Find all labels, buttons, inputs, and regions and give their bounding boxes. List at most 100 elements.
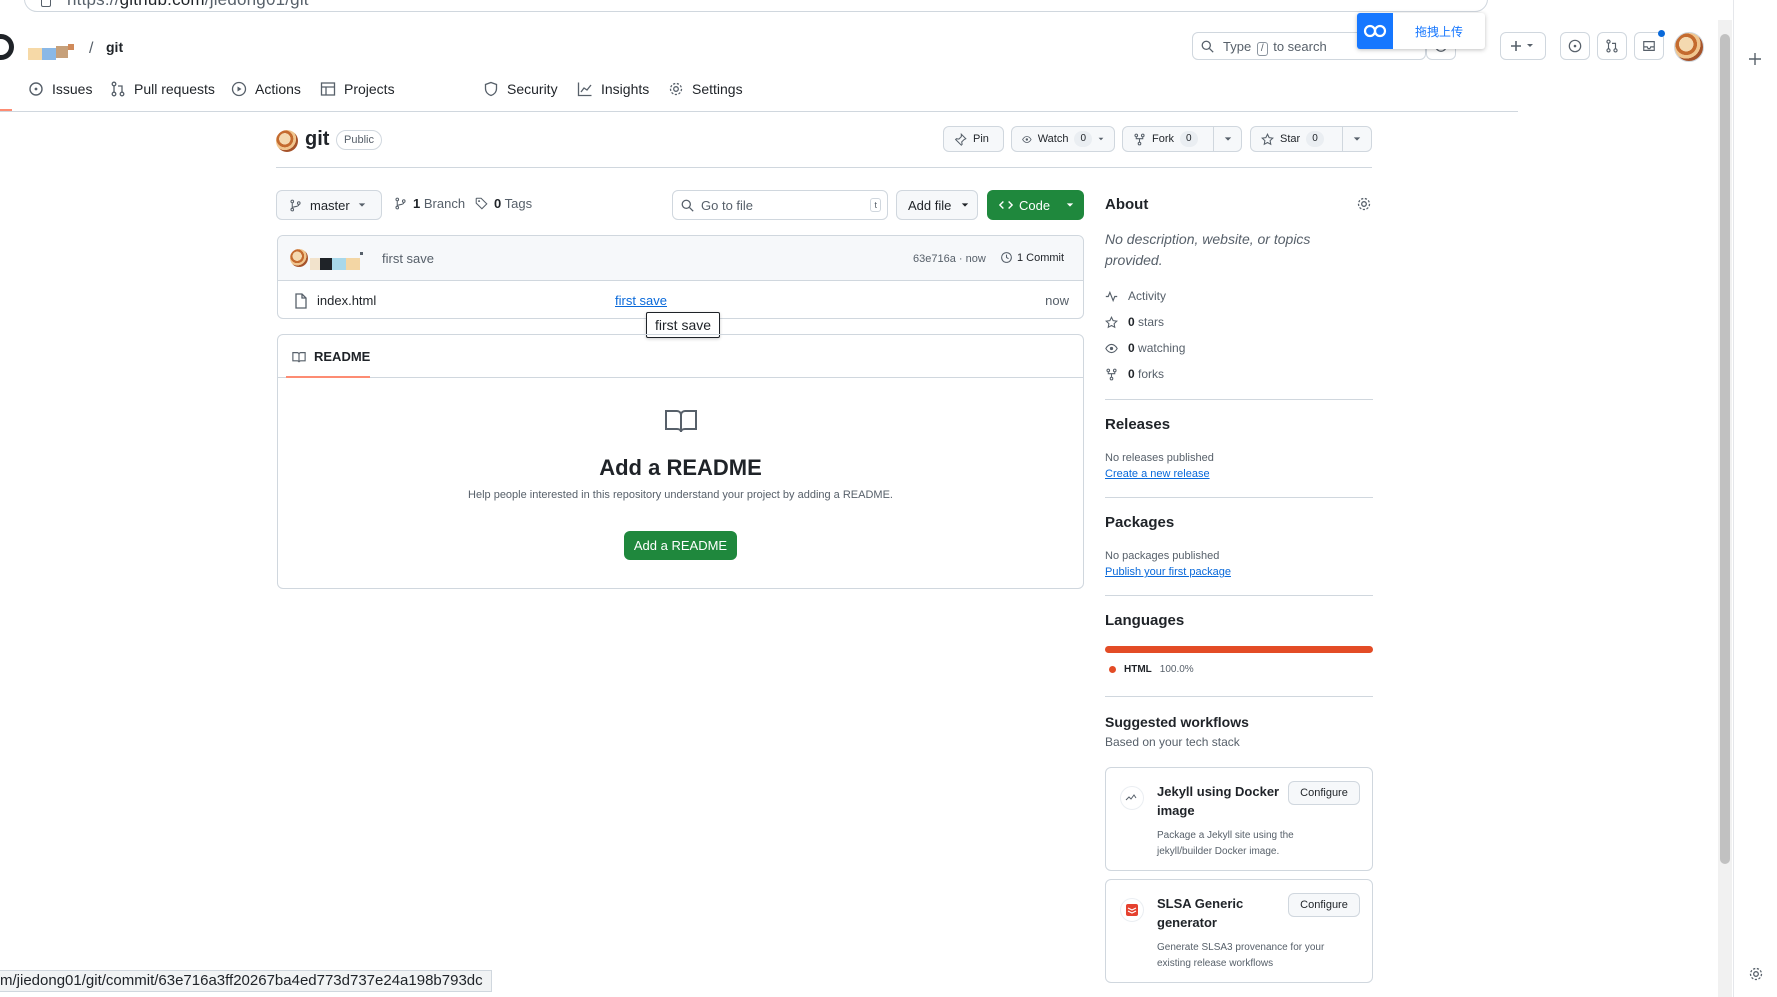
tab-code-active-indicator xyxy=(0,109,12,111)
chevron-down-icon xyxy=(1353,137,1361,141)
watching-link[interactable]: 0 watching xyxy=(1105,341,1185,355)
slsa-icon xyxy=(1120,898,1144,922)
play-icon xyxy=(231,81,247,97)
plus-icon[interactable] xyxy=(1748,52,1762,66)
commit-sha[interactable]: 63e716a · now xyxy=(913,253,986,265)
forks-link[interactable]: 0 forks xyxy=(1105,367,1164,381)
star-icon xyxy=(1105,315,1118,328)
jekyll-icon xyxy=(1120,786,1144,810)
file-icon xyxy=(295,293,307,309)
readme-tab[interactable]: README xyxy=(292,349,370,364)
table-icon xyxy=(320,82,336,96)
add-file-button[interactable]: Add file xyxy=(896,190,978,220)
tab-projects[interactable]: Projects xyxy=(320,79,395,99)
sidebar-divider xyxy=(1105,399,1373,400)
fork-button[interactable]: Fork 0 xyxy=(1122,126,1214,152)
file-name-link[interactable]: index.html xyxy=(317,293,376,308)
publish-package-link[interactable]: Publish your first package xyxy=(1105,566,1231,578)
pin-button[interactable]: Pin xyxy=(943,126,1004,152)
create-new-button[interactable] xyxy=(1500,32,1546,60)
committer-avatar[interactable] xyxy=(290,249,308,267)
workflow-title: Jekyll using Docker image xyxy=(1157,784,1280,818)
readme-empty-title: Add a README xyxy=(599,455,762,480)
gear-icon[interactable] xyxy=(1748,966,1764,982)
tab-pull-requests[interactable]: Pull requests xyxy=(110,79,215,99)
code-button[interactable]: Code xyxy=(987,190,1084,220)
branch-selector[interactable]: master xyxy=(276,190,382,220)
issues-button[interactable] xyxy=(1560,32,1590,60)
star-dropdown-button[interactable] xyxy=(1342,126,1372,152)
sidebar-divider xyxy=(1105,696,1373,697)
releases-heading[interactable]: Releases xyxy=(1105,416,1170,433)
tab-settings[interactable]: Settings xyxy=(668,79,743,99)
about-description: No description, website, or topics provi… xyxy=(1105,231,1311,268)
tab-actions[interactable]: Actions xyxy=(231,79,301,99)
star-button[interactable]: Star 0 xyxy=(1250,126,1343,152)
tab-security[interactable]: Security xyxy=(483,79,558,99)
branches-link[interactable]: 1 Branch xyxy=(394,196,465,211)
graph-icon xyxy=(577,82,592,97)
commit-message[interactable]: first save xyxy=(382,251,434,266)
pulse-icon xyxy=(1105,290,1118,302)
star-icon xyxy=(1261,132,1274,145)
browser-address-bar[interactable]: https://github.com/jiedong01/git xyxy=(24,0,1488,12)
configure-button[interactable]: Configure xyxy=(1288,893,1360,917)
owner-avatar-redacted[interactable] xyxy=(28,44,76,60)
stars-link[interactable]: 0 stars xyxy=(1105,315,1164,329)
github-logo-icon[interactable] xyxy=(0,34,14,60)
breadcrumb-repo[interactable]: git xyxy=(106,39,123,55)
header-divider xyxy=(276,167,1372,168)
code-icon xyxy=(999,201,1013,209)
branch-icon xyxy=(395,197,406,210)
languages-heading: Languages xyxy=(1105,612,1185,629)
issue-icon xyxy=(1568,39,1582,53)
site-info-icon[interactable] xyxy=(41,0,51,7)
eye-icon xyxy=(1022,135,1032,143)
issue-icon xyxy=(29,82,43,96)
link-preview-status: m/jiedong01/git/commit/63e716a3ff20267ba… xyxy=(0,970,492,992)
book-icon xyxy=(665,410,697,433)
pull-requests-button[interactable] xyxy=(1597,32,1627,60)
chevron-down-icon xyxy=(358,203,365,207)
upload-popup[interactable]: 拖拽上传 xyxy=(1357,13,1485,49)
user-avatar[interactable] xyxy=(1674,32,1704,62)
watch-button[interactable]: Watch 0 xyxy=(1011,126,1115,152)
suggested-workflows-subtitle: Based on your tech stack xyxy=(1105,735,1240,749)
repo-owner-avatar[interactable] xyxy=(276,130,298,152)
fork-dropdown-button[interactable] xyxy=(1213,126,1242,152)
notification-dot xyxy=(1658,30,1665,37)
upload-popup-label: 拖拽上传 xyxy=(1415,25,1464,39)
chevron-down-icon xyxy=(1224,137,1231,141)
packages-heading[interactable]: Packages xyxy=(1105,514,1174,531)
readme-tab-indicator xyxy=(286,376,370,378)
suggested-workflows-heading: Suggested workflows xyxy=(1105,714,1249,730)
go-to-file-shortcut: t xyxy=(870,198,881,212)
page-scrollbar[interactable] xyxy=(1718,20,1732,997)
eye-icon xyxy=(1105,343,1118,353)
language-html[interactable]: HTML 100.0% xyxy=(1109,664,1194,675)
configure-button[interactable]: Configure xyxy=(1288,781,1360,805)
go-to-file-input[interactable]: Go to file t xyxy=(672,190,888,220)
address-url: https://github.com/jiedong01/git xyxy=(67,0,309,10)
tag-icon xyxy=(475,197,488,210)
gear-icon[interactable] xyxy=(1356,196,1372,212)
file-commit-link[interactable]: first save xyxy=(615,293,667,308)
pull-request-icon xyxy=(111,81,125,97)
sidebar-divider xyxy=(1105,497,1373,498)
add-readme-button[interactable]: Add a README xyxy=(624,531,737,560)
scrollbar-thumb[interactable] xyxy=(1720,34,1730,864)
commit-history-link[interactable]: 1 Commit xyxy=(1000,251,1064,264)
breadcrumb-separator: / xyxy=(89,40,94,57)
activity-link[interactable]: Activity xyxy=(1105,289,1166,303)
workflow-description: Package a Jekyll site using the jekyll/b… xyxy=(1157,830,1294,857)
packages-empty-text: No packages published xyxy=(1105,550,1220,562)
tab-issues[interactable]: Issues xyxy=(28,79,92,99)
inbox-button[interactable] xyxy=(1634,30,1665,60)
committer-name-redacted[interactable] xyxy=(310,252,366,272)
visibility-badge: Public xyxy=(336,130,382,150)
create-release-link[interactable]: Create a new release xyxy=(1105,468,1210,480)
tags-link[interactable]: 0 Tags xyxy=(475,196,532,211)
language-bar xyxy=(1105,646,1373,653)
tab-insights[interactable]: Insights xyxy=(577,79,649,99)
repo-title[interactable]: git xyxy=(305,128,329,151)
